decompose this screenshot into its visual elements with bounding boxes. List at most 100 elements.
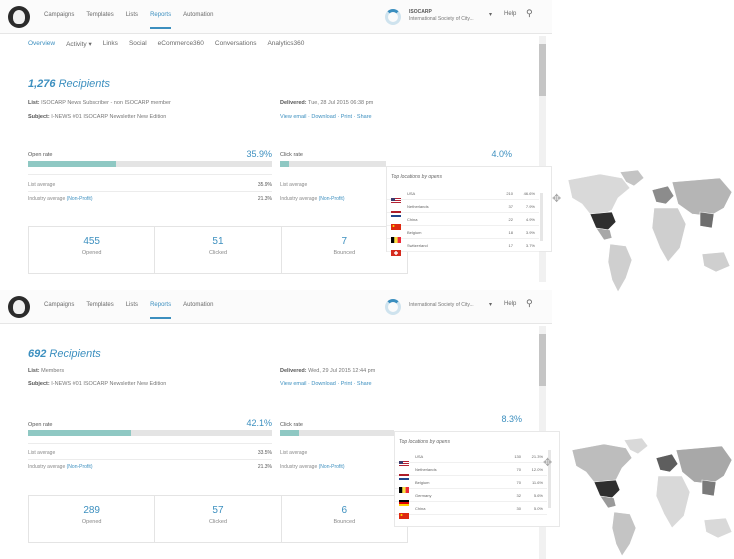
list-line: List: Members <box>28 368 64 374</box>
top-locations-title: Top locations by opens <box>391 174 442 180</box>
location-name: China <box>415 506 426 511</box>
industry-link-click[interactable]: (Non-Profit) <box>319 196 345 202</box>
stat-clicked[interactable]: 51 Clicked <box>155 227 282 273</box>
tab-overview[interactable]: Overview <box>28 40 55 48</box>
chevron-down-icon[interactable]: ▾ <box>489 301 492 308</box>
location-percent: 3.9% <box>525 230 535 235</box>
tab-analytics[interactable]: Analytics360 <box>267 40 304 48</box>
list-value: Members <box>41 368 65 374</box>
email-actions: View email · Download · Print · Share <box>280 114 372 120</box>
nav-lists[interactable]: Lists <box>126 302 138 319</box>
location-row-us[interactable]: USA 130 21.3% <box>395 452 547 467</box>
nav-reports[interactable]: Reports <box>150 302 172 319</box>
nav-reports[interactable]: Reports <box>150 12 172 29</box>
location-name: USA <box>407 191 416 196</box>
industry-link[interactable]: (Non-Profit) <box>67 196 93 202</box>
location-scrollbar[interactable] <box>540 193 543 241</box>
location-row-be[interactable]: Belgium 18 3.9% <box>387 228 539 243</box>
email-actions: View email · Download · Print · Share <box>280 381 372 387</box>
location-row-cn[interactable]: China 30 5.0% <box>395 504 547 519</box>
search-icon[interactable]: ⚲ <box>526 298 533 309</box>
flag-nl-icon <box>399 467 409 480</box>
email-action-links[interactable]: View email · Download · Print · Share <box>280 381 372 387</box>
map-mexico <box>599 495 617 509</box>
stat-opened[interactable]: 289 Opened <box>29 496 156 542</box>
location-row-nl[interactable]: Netherlands 37 7.9% <box>387 202 539 217</box>
list-average-label: List average <box>28 182 56 188</box>
subject-label: Subject: <box>28 381 50 387</box>
scrollbar-thumb[interactable] <box>539 44 546 96</box>
location-percent: 12.0% <box>531 467 543 472</box>
click-rate-fill <box>280 430 300 436</box>
nav-campaigns[interactable]: Campaigns <box>44 12 74 29</box>
location-row-us[interactable]: USA 210 46.6% <box>387 189 539 204</box>
mailchimp-logo[interactable] <box>8 296 30 318</box>
map-europe <box>655 453 679 473</box>
stat-clicked[interactable]: 57 Clicked <box>155 496 282 542</box>
help-link[interactable]: Help <box>504 301 516 307</box>
location-percent: 21.3% <box>531 454 543 459</box>
chevron-down-icon[interactable]: ▾ <box>489 11 492 18</box>
stat-opened[interactable]: 455 Opened <box>29 227 156 273</box>
stat-clicked-value: 57 <box>212 505 224 516</box>
location-name: USA <box>415 454 424 459</box>
account-switcher[interactable]: International Society of City... <box>409 302 489 309</box>
flag-be-icon <box>399 480 409 493</box>
flag-ch-icon <box>391 243 401 256</box>
delivered-label: Delivered: <box>280 100 307 106</box>
location-row-nl[interactable]: Netherlands 70 12.0% <box>395 465 547 480</box>
account-ring-icon[interactable] <box>385 9 401 25</box>
stat-opened-value: 289 <box>83 505 100 516</box>
list-line: List: ISOCARP News Subscriber - non ISOC… <box>28 100 171 106</box>
open-rate-value: 35.9% <box>246 149 272 159</box>
location-row-cn[interactable]: China 22 4.9% <box>387 215 539 230</box>
location-row-be[interactable]: Belgium 70 11.6% <box>395 478 547 493</box>
tab-links[interactable]: Links <box>103 40 118 48</box>
stat-clicked-value: 51 <box>212 236 224 247</box>
subject-label: Subject: <box>28 114 50 120</box>
location-count: 22 <box>508 217 513 222</box>
account-switcher[interactable]: ISOCARP International Society of City... <box>409 9 489 23</box>
industry-link[interactable]: (Non-Profit) <box>67 464 93 470</box>
scrollbar-thumb[interactable] <box>539 334 546 386</box>
click-rate-label: Click rate <box>280 422 303 428</box>
click-rate-bar <box>280 161 386 167</box>
nav-lists[interactable]: Lists <box>126 12 138 29</box>
location-percent: 7.9% <box>525 204 535 209</box>
tab-social[interactable]: Social <box>129 40 147 48</box>
tab-ecommerce[interactable]: eCommerce360 <box>158 40 204 48</box>
account-ring-icon[interactable] <box>385 299 401 315</box>
tab-conversations[interactable]: Conversations <box>215 40 257 48</box>
location-count: 32 <box>516 493 521 498</box>
stat-bounced-value: 6 <box>341 505 348 516</box>
location-count: 130 <box>514 454 521 459</box>
nav-automation[interactable]: Automation <box>183 302 213 319</box>
industry-link-click[interactable]: (Non-Profit) <box>319 464 345 470</box>
world-map[interactable] <box>560 168 734 298</box>
nav-templates[interactable]: Templates <box>86 12 113 29</box>
email-action-links[interactable]: View email · Download · Print · Share <box>280 114 372 120</box>
help-link[interactable]: Help <box>504 11 516 17</box>
tab-activity[interactable]: Activity ▾ <box>66 40 92 48</box>
nav-templates[interactable]: Templates <box>86 302 113 319</box>
recipients-count: 1,276 <box>28 78 56 90</box>
location-row-de[interactable]: Germany 32 5.6% <box>395 491 547 506</box>
industry-average-click: Industry average (Non-Profit) <box>280 464 344 470</box>
location-row-ch[interactable]: Switzerland 17 3.7% <box>387 241 539 256</box>
flag-us-icon <box>391 191 401 204</box>
nav-automation[interactable]: Automation <box>183 12 213 29</box>
flag-cn-icon <box>399 506 409 519</box>
recipients-label: Recipients <box>49 348 101 360</box>
nav-campaigns[interactable]: Campaigns <box>44 302 74 319</box>
mailchimp-logo[interactable] <box>8 6 30 28</box>
click-rate-value: 8.3% <box>501 414 522 424</box>
search-icon[interactable]: ⚲ <box>526 8 533 19</box>
stat-bounced[interactable]: 6 Bounced <box>282 496 407 542</box>
stat-opened-value: 455 <box>83 236 100 247</box>
world-map[interactable] <box>566 436 734 559</box>
map-usa <box>589 211 617 231</box>
industry-average-open: 21.3% <box>257 464 272 470</box>
move-arrows-icon[interactable]: ✥ <box>543 456 552 469</box>
location-count: 18 <box>508 230 513 235</box>
flag-us-icon <box>399 454 409 467</box>
